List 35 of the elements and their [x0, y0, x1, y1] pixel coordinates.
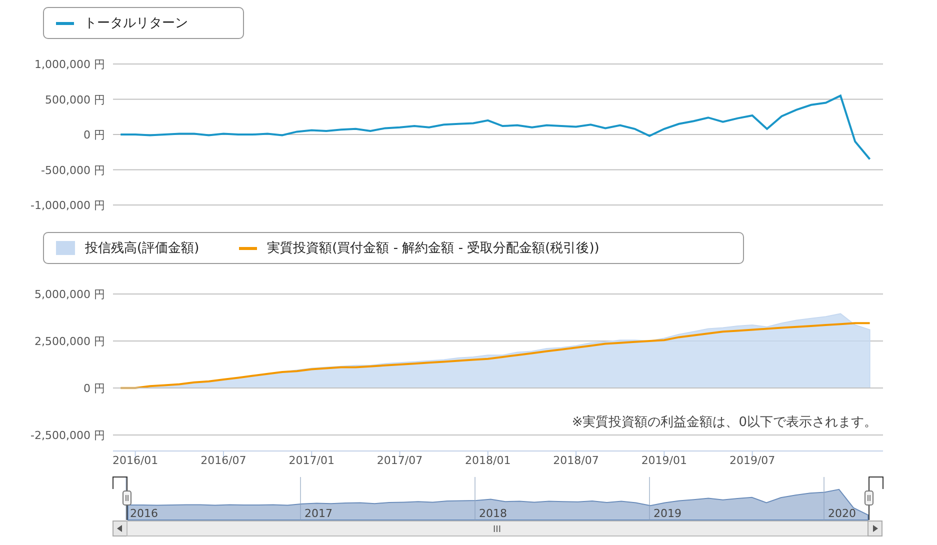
axis-label: 0 円 [84, 128, 105, 142]
scroll-left-button[interactable] [112, 520, 128, 536]
year-label: 2016 [130, 507, 158, 520]
year-label: 2017 [304, 507, 332, 520]
navigator-panel[interactable]: 2016 2017 2018 2019 2020 III [0, 469, 937, 544]
scroll-right-button[interactable] [868, 520, 882, 536]
range-handle[interactable] [864, 476, 884, 520]
axis-label: 2016/07 [200, 454, 246, 467]
year-label: 2020 [828, 507, 856, 520]
axis-label: 2,500,000 円 [34, 335, 105, 348]
axis-label: 0 円 [84, 382, 105, 395]
axis-label: 2018/01 [465, 454, 511, 467]
legend-label[interactable]: 実質投資額(買付金額 - 解約金額 - 受取分配金額(税引後)) [267, 239, 600, 257]
scrollbar-grip: III [493, 525, 501, 535]
year-label: 2018 [479, 507, 507, 520]
axis-label: 1,000,000 円 [34, 58, 105, 71]
range-handle[interactable] [112, 476, 132, 520]
legend-swatch-icon [56, 241, 75, 255]
axis-label: 2016/01 [112, 454, 158, 467]
year-label: 2019 [654, 507, 682, 520]
scrollbar-thumb[interactable] [126, 520, 868, 536]
axis-label: -2,500,000 円 [30, 429, 105, 442]
axis-label: -1,000,000 円 [30, 199, 105, 212]
axis-label: 2017/07 [376, 454, 423, 467]
axis-label: 5,000,000 円 [34, 288, 105, 301]
legend-line-icon [56, 22, 74, 24]
axis-label: 2018/07 [553, 454, 599, 467]
axis-label: 2017/01 [288, 454, 334, 467]
legend-label[interactable]: 投信残高(評価金額) [85, 239, 200, 257]
legend-label[interactable]: トータルリターン [84, 14, 188, 32]
footnote: ※実質投資額の利益金額は、0以下で表示されます。 [572, 415, 877, 430]
axis-label: -500,000 円 [41, 164, 105, 177]
axis-label: 500,000 円 [45, 93, 105, 106]
axis-label: 2019/07 [729, 454, 776, 467]
axis-label: 2019/01 [641, 454, 688, 467]
